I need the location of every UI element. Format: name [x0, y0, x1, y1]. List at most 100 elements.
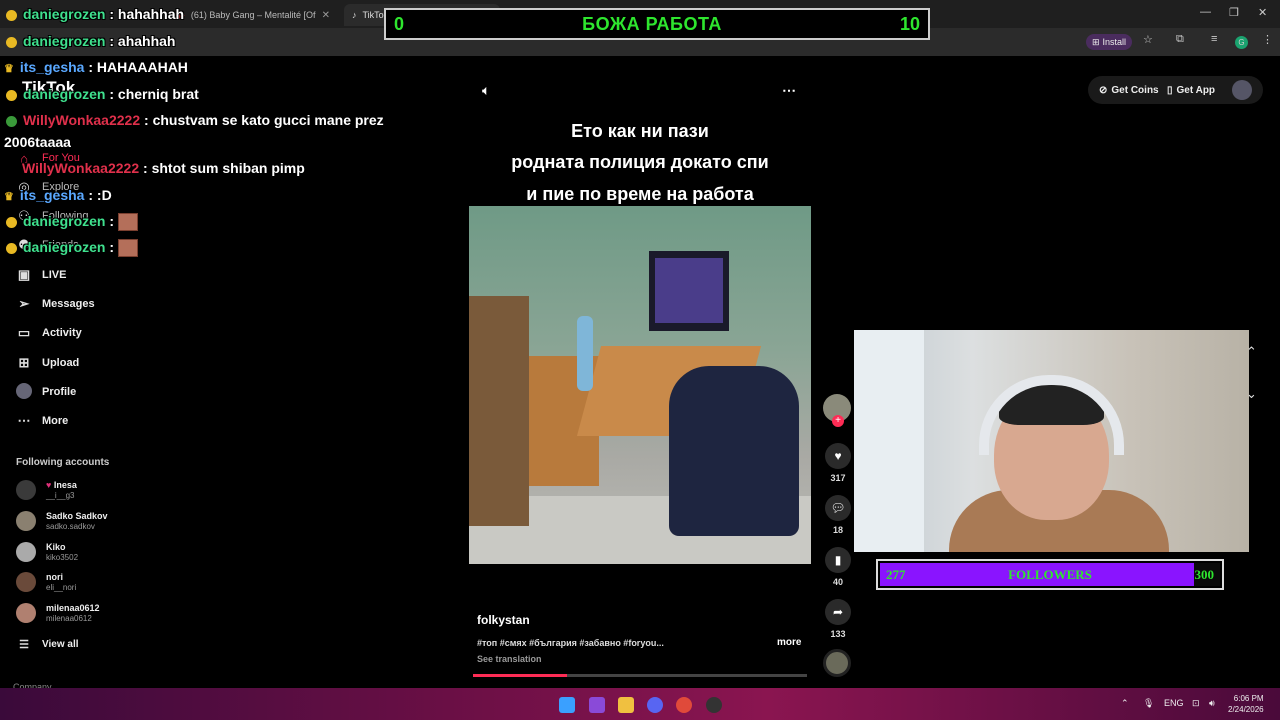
video-scene-screen — [655, 258, 723, 323]
language-indicator[interactable]: ENG — [1164, 698, 1184, 708]
activity-icon: ▭ — [17, 325, 31, 340]
view-all-label: View all — [42, 638, 79, 650]
close-tab-icon[interactable]: ✕ — [322, 10, 330, 21]
windows-start-icon[interactable] — [559, 697, 575, 713]
profile-avatar[interactable]: G — [1235, 36, 1248, 49]
heart-icon: ♥ — [825, 443, 851, 469]
view-all-link[interactable]: ☰ View all — [16, 634, 79, 654]
close-window-icon[interactable]: ✕ — [1258, 6, 1267, 19]
see-translation-link[interactable]: See translation — [477, 654, 542, 664]
nav-label: Upload — [42, 357, 80, 369]
follow-plus-icon[interactable]: + — [832, 415, 844, 427]
menu-dots-icon[interactable]: ⋮ — [1262, 33, 1273, 46]
chat-username: daniegrozen — [23, 33, 106, 49]
nav-more[interactable]: ⋯ More — [16, 411, 69, 431]
visual-studio-icon[interactable] — [589, 697, 605, 713]
nav-label: Activity — [42, 327, 82, 339]
like-count: 317 — [830, 473, 846, 483]
install-icon: ⊞ — [1092, 36, 1100, 47]
install-app-button[interactable]: ⊞ Install — [1086, 34, 1133, 50]
discord-icon[interactable] — [647, 697, 663, 713]
nav-upload[interactable]: ⊞ Upload — [16, 353, 80, 373]
account-handle: sadko.sadkov — [46, 521, 95, 531]
file-explorer-icon[interactable] — [618, 697, 634, 713]
video-player[interactable] — [469, 206, 811, 564]
nav-profile[interactable]: Profile — [16, 382, 76, 402]
more-link[interactable]: more — [777, 637, 801, 648]
nav-label: Profile — [42, 386, 77, 398]
chat-message: WillyWonkaa2222 : chustvam se kato gucci… — [6, 112, 384, 128]
user-avatar[interactable] — [1232, 80, 1252, 100]
save-button[interactable]: ▮ 40 — [824, 547, 852, 587]
comment-button[interactable]: 💬︎ 18 — [824, 495, 852, 535]
video-hashtags[interactable]: #топ #смях #българия #забавно #foryou... — [477, 638, 664, 648]
live-icon: ▣ — [17, 267, 31, 282]
more-icon: ⋯ — [17, 413, 31, 428]
account-name: nori — [46, 571, 63, 582]
share-count: 133 — [830, 629, 846, 639]
scoreboard-title: БОЖА РАБОТА — [582, 13, 722, 34]
get-coins-button[interactable]: ⊘ Get Coins — [1099, 80, 1159, 100]
share-button[interactable]: ➦ 133 — [824, 599, 852, 639]
bookmark-star-icon[interactable]: ☆ — [1143, 33, 1153, 46]
account-handle: __i__g3 — [46, 490, 75, 500]
emote-image — [118, 213, 139, 232]
chat-message: ♛ its_gesha : HAHAAAHAH — [4, 59, 188, 75]
chat-text: ahahhah — [117, 33, 176, 49]
account-name: milenaa0612 — [46, 602, 100, 613]
chat-text: 2006taaaa — [4, 134, 71, 150]
account-item[interactable]: Sadko Sadkov sadko.sadkov — [16, 509, 108, 533]
tab-youtube[interactable]: ▶ (61) Baby Gang – Mentalité [Of ✕ — [170, 4, 338, 26]
chat-message: daniegrozen : — [6, 213, 139, 232]
media-control-icon[interactable]: ≡ — [1211, 33, 1217, 45]
comment-count: 18 — [832, 525, 843, 535]
avatar-icon — [16, 382, 32, 402]
nav-live[interactable]: ▣ LIVE — [16, 265, 67, 285]
install-label: Install — [1102, 37, 1127, 47]
chat-message: daniegrozen : hahahhah — [6, 6, 184, 22]
chat-message: 2006taaaa — [4, 134, 71, 150]
tray-chevron-icon[interactable]: ⌃ — [1121, 698, 1129, 709]
account-item[interactable]: milenaa0612 milenaa0612 — [16, 601, 100, 625]
next-video-icon[interactable]: ⌄ — [1246, 386, 1257, 402]
microphone-icon[interactable]: 🎙︎ — [1143, 698, 1154, 709]
crown-icon: ♛ — [4, 191, 14, 203]
extensions-icon[interactable]: ⧉ — [1176, 33, 1184, 46]
avatar — [16, 480, 36, 500]
clock[interactable]: 6:06 PM 2/24/2026 — [1228, 693, 1264, 715]
followers-track: 277 FOLLOWERS 300 — [880, 563, 1220, 586]
get-coins-label: Get Coins — [1111, 84, 1159, 96]
phone-icon: ▯ — [1167, 84, 1173, 96]
network-icon[interactable]: ⊡ — [1192, 698, 1200, 709]
account-name: Inesa — [53, 479, 77, 490]
video-progress-fill — [473, 674, 567, 677]
heart-lips-icon: ♥ — [46, 479, 52, 490]
volume-tray-icon[interactable]: 🔊︎ — [1209, 698, 1215, 709]
save-count: 40 — [832, 577, 843, 587]
video-author[interactable]: folkystan — [477, 613, 530, 627]
nav-messages[interactable]: ➢ Messages — [16, 294, 95, 314]
webcam-window — [854, 330, 924, 552]
nav-label: Messages — [42, 298, 95, 310]
account-item[interactable]: nori eli__nori — [16, 570, 76, 594]
previous-video-icon[interactable]: ⌃ — [1246, 344, 1257, 360]
obs-icon[interactable] — [706, 697, 722, 713]
video-scene-bottle — [577, 316, 593, 391]
chrome-icon[interactable] — [676, 697, 692, 713]
volume-icon[interactable]: 🔈︎ — [482, 82, 490, 99]
account-item[interactable]: ♥ Inesa __i__g3 — [16, 478, 77, 502]
music-disc-icon[interactable] — [823, 649, 851, 677]
account-name: Kiko — [46, 541, 66, 552]
more-options-icon[interactable]: ⋯ — [782, 82, 796, 99]
nav-activity[interactable]: ▭ Activity — [16, 323, 82, 343]
chat-username: WillyWonkaa2222 — [23, 112, 141, 128]
tiktok-icon: ♪ — [352, 10, 357, 20]
account-item[interactable]: Kiko kiko3502 — [16, 540, 78, 564]
video-caption-line: Ето как ни пази — [571, 121, 709, 141]
video-progress-bar[interactable] — [473, 674, 807, 677]
restore-icon[interactable]: ❐ — [1229, 6, 1239, 19]
get-app-button[interactable]: ▯ Get App — [1167, 80, 1215, 100]
avatar — [16, 542, 36, 562]
minimize-icon[interactable]: — — [1200, 6, 1211, 18]
like-button[interactable]: ♥ 317 — [824, 443, 852, 483]
